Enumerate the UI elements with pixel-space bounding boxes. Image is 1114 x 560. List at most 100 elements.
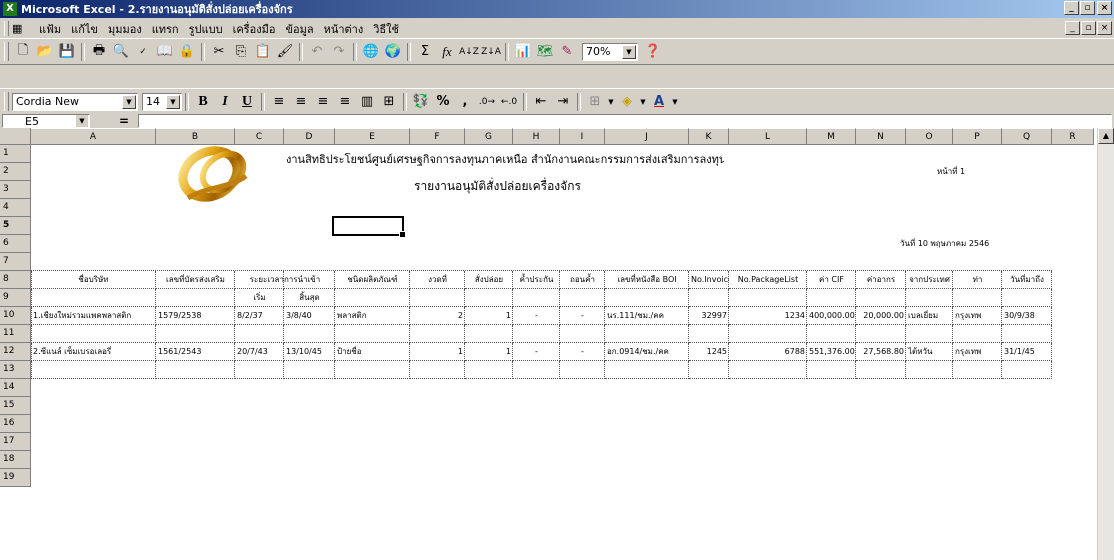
table-cell[interactable] — [335, 289, 410, 307]
data-cell[interactable]: อก.0914/ชม./คค — [605, 343, 689, 361]
table-cell[interactable] — [410, 361, 465, 379]
increase-indent-icon[interactable]: ⇥ — [552, 91, 574, 113]
table-cell[interactable] — [156, 361, 235, 379]
font-select[interactable]: Cordia New ▼ — [12, 92, 138, 111]
table-cell[interactable] — [1002, 361, 1052, 379]
table-cell[interactable] — [335, 361, 410, 379]
merge-center-icon[interactable]: ⊞ — [378, 91, 400, 113]
table-cell[interactable] — [605, 325, 689, 343]
drawing-icon[interactable]: ✎ — [556, 41, 578, 63]
table-cell[interactable] — [953, 361, 1002, 379]
table-cell[interactable] — [513, 361, 560, 379]
table-cell[interactable] — [31, 289, 156, 307]
table-cell[interactable] — [560, 361, 605, 379]
fill-handle[interactable] — [399, 231, 406, 238]
underline-icon[interactable]: U — [236, 91, 258, 113]
data-cell[interactable]: 1.เชียงใหม่รวมแพคพลาสติก — [31, 307, 156, 325]
worksheet[interactable]: A B C D E F G H I J K L M N O P Q R 1 2 3 4 5 6 7 8 9 10 11 12 13 14 15 1… — [0, 128, 1114, 560]
doc-close-button[interactable]: × — [1097, 21, 1112, 35]
data-cell[interactable]: 30/9/38 — [1002, 307, 1052, 325]
row-header[interactable]: 18 — [0, 451, 31, 469]
table-cell[interactable] — [513, 325, 560, 343]
bold-icon[interactable]: B — [192, 91, 214, 113]
column-header[interactable]: B — [156, 128, 235, 145]
data-cell[interactable]: ป้ายชื่อ — [335, 343, 410, 361]
column-header[interactable]: L — [729, 128, 807, 145]
font-size-select[interactable]: 14 ▼ — [142, 92, 182, 111]
table-cell[interactable] — [156, 325, 235, 343]
toolbar-grip[interactable] — [4, 92, 9, 111]
minimize-button[interactable]: _ — [1064, 1, 1079, 15]
data-cell[interactable]: 551,376.00 — [807, 343, 856, 361]
data-cell[interactable]: 2 — [410, 307, 465, 325]
table-cell[interactable] — [31, 325, 156, 343]
table-cell[interactable] — [856, 361, 906, 379]
table-cell[interactable] — [605, 361, 689, 379]
table-cell[interactable] — [906, 289, 953, 307]
hyperlink-icon[interactable]: 🌐 — [360, 41, 382, 63]
row-header[interactable]: 7 — [0, 253, 31, 271]
table-cell[interactable] — [465, 289, 513, 307]
selected-cell[interactable] — [332, 216, 406, 238]
table-cell[interactable] — [689, 325, 729, 343]
data-cell[interactable]: 1 — [465, 343, 513, 361]
print-preview-icon[interactable]: 🔍 — [110, 41, 132, 63]
name-box[interactable]: E5 ▼ — [2, 113, 90, 128]
decrease-indent-icon[interactable]: ⇤ — [530, 91, 552, 113]
data-cell[interactable]: 3/8/40 — [284, 307, 335, 325]
row-header[interactable]: 13 — [0, 361, 31, 379]
function-icon[interactable]: fx — [436, 41, 458, 63]
table-cell[interactable] — [729, 289, 807, 307]
sort-ascending-icon[interactable]: A↓Z — [458, 41, 480, 63]
data-cell[interactable]: 6788 — [729, 343, 807, 361]
row-header[interactable]: 12 — [0, 343, 31, 361]
table-cell[interactable] — [953, 289, 1002, 307]
toolbar-grip[interactable] — [4, 21, 9, 36]
table-cell[interactable] — [807, 361, 856, 379]
cut-icon[interactable]: ✂ — [208, 41, 230, 63]
align-center-icon[interactable]: ≡ — [290, 91, 312, 113]
increase-decimal-icon[interactable]: .0→ — [476, 91, 498, 113]
row-header[interactable]: 16 — [0, 415, 31, 433]
data-cell[interactable]: กรุงเทพ — [953, 307, 1002, 325]
column-header[interactable]: O — [906, 128, 953, 145]
chevron-down-icon[interactable]: ▼ — [166, 94, 180, 109]
data-cell[interactable]: พลาสติก — [335, 307, 410, 325]
row-header[interactable]: 19 — [0, 469, 31, 487]
table-cell[interactable] — [335, 325, 410, 343]
column-header[interactable]: K — [689, 128, 729, 145]
column-header[interactable]: N — [856, 128, 906, 145]
formula-equals-icon[interactable]: = — [110, 114, 138, 128]
menu-file[interactable]: แฟ้ม — [34, 20, 66, 38]
close-button[interactable]: × — [1097, 1, 1112, 15]
column-header[interactable]: J — [605, 128, 689, 145]
menu-help[interactable]: วิธีใช้ — [368, 20, 404, 38]
table-cell[interactable] — [807, 325, 856, 343]
table-cell[interactable] — [235, 325, 284, 343]
data-cell[interactable]: 1245 — [689, 343, 729, 361]
table-cell[interactable] — [906, 361, 953, 379]
doc-minimize-button[interactable]: _ — [1065, 21, 1080, 35]
column-header[interactable]: A — [31, 128, 156, 145]
data-cell[interactable]: ไต้หวัน — [906, 343, 953, 361]
document-icon[interactable]: ▦ — [12, 22, 28, 36]
row-header[interactable]: 11 — [0, 325, 31, 343]
table-cell[interactable] — [856, 325, 906, 343]
help-icon[interactable]: ❓ — [642, 41, 664, 63]
save-icon[interactable]: 💾 — [56, 41, 78, 63]
justify-icon[interactable]: ≡ — [334, 91, 356, 113]
borders-icon[interactable]: ⊞ — [584, 91, 606, 113]
row-header[interactable]: 15 — [0, 397, 31, 415]
menu-window[interactable]: หน้าต่าง — [319, 20, 369, 38]
toolbar-grip[interactable] — [4, 42, 9, 61]
row-header[interactable]: 8 — [0, 271, 31, 289]
row-header[interactable]: 1 — [0, 145, 31, 163]
menu-tools[interactable]: เครื่องมือ — [228, 20, 281, 38]
table-cell[interactable] — [605, 289, 689, 307]
copy-icon[interactable]: ⎘ — [230, 41, 252, 63]
menu-insert[interactable]: แทรก — [147, 20, 184, 38]
align-left-icon[interactable]: ≡ — [268, 91, 290, 113]
row-header[interactable]: 10 — [0, 307, 31, 325]
menu-data[interactable]: ข้อมูล — [280, 20, 318, 38]
open-icon[interactable]: 📂 — [34, 41, 56, 63]
